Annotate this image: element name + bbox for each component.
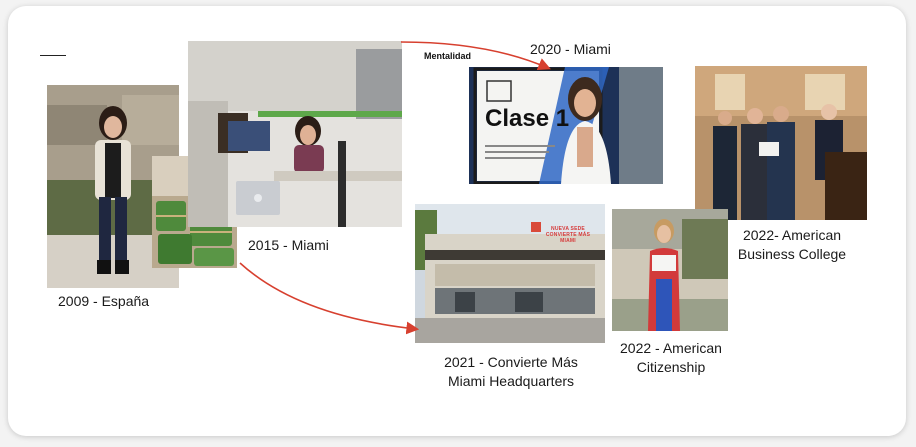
caption-2021-line1: 2021 - Convierte Más	[444, 354, 578, 370]
photo-2022-citizenship	[612, 209, 728, 331]
caption-2022-citizenship-line2: Citizenship	[636, 359, 706, 375]
caption-2022-college: 2022- American Business College	[730, 226, 854, 264]
caption-2021-line2: Miami Headquarters	[447, 373, 575, 389]
photo-2021-headquarters: NUEVA SEDE CONVIERTE MÁS MIAMI	[415, 204, 605, 343]
photo-2020-miami: Clase 1	[469, 67, 663, 184]
caption-2021: 2021 - Convierte Más Miami Headquarters	[419, 353, 603, 391]
timeline-card: Clase 1 NUEVA SEDE CONVIERTE MÁS MIAMI M…	[8, 6, 906, 436]
photo-2022-college	[695, 66, 867, 220]
mentalidad-label: Mentalidad	[424, 51, 472, 61]
caption-2022-citizenship-line1: 2022 - American	[620, 340, 722, 356]
caption-2020: 2020 - Miami	[530, 41, 611, 57]
caption-2022-citizenship: 2022 - American Citizenship	[604, 339, 738, 377]
caption-2015: 2015 - Miami	[248, 237, 329, 253]
decorative-dash	[40, 55, 66, 56]
photo-2015-miami	[188, 41, 402, 227]
clase-label: Clase 1	[485, 105, 570, 132]
caption-2022-college-line1: 2022- American	[742, 227, 842, 243]
caption-2009: 2009 - España	[58, 293, 150, 309]
sede-label-line3: MIAMI	[560, 238, 576, 244]
caption-2022-college-line2: Business College	[737, 246, 847, 262]
arrow-2015-to-2021	[239, 262, 420, 335]
sede-label: NUEVA SEDE CONVIERTE MÁS MIAMI	[543, 226, 593, 244]
